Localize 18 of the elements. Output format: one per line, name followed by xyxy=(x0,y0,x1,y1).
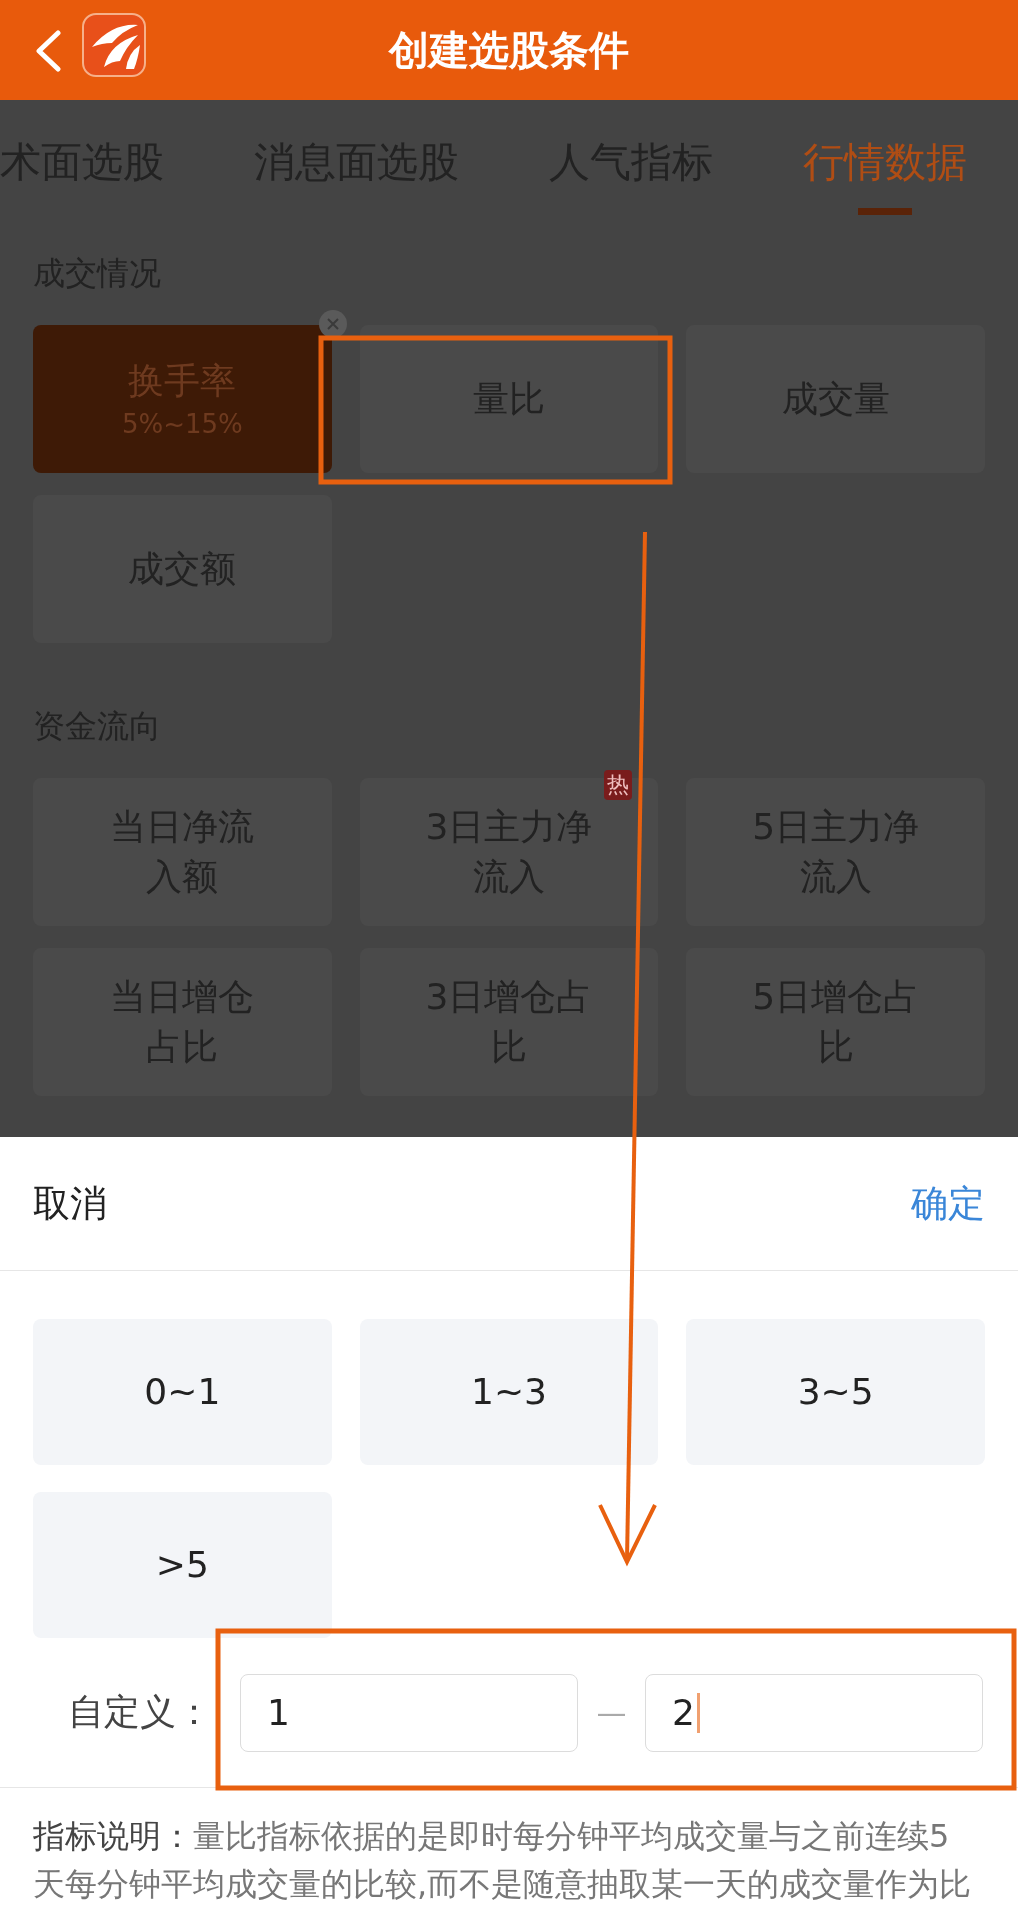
tab-indicator xyxy=(858,208,912,215)
min-input-field[interactable]: 1 xyxy=(240,1673,578,1752)
page-title: 创建选股条件 xyxy=(389,25,629,75)
range-option[interactable]: 1~3 xyxy=(359,1319,659,1465)
range-option[interactable]: >5 xyxy=(33,1492,332,1638)
back-icon[interactable] xyxy=(34,30,62,72)
range-separator: — xyxy=(595,1695,628,1730)
custom-label: 自定义： xyxy=(68,1690,213,1734)
indicator-description: 指标说明：量比指标依据的是即时每分钟平均成交量与之前连续5天每分钟平均成交量的比较,而不是随意抽取某一天的成交量作为比 xyxy=(32,1816,973,1905)
close-icon[interactable] xyxy=(317,309,348,339)
cancel-button[interactable]: 取消 xyxy=(33,1178,107,1229)
range-option[interactable]: 3~5 xyxy=(686,1319,985,1465)
range-option[interactable]: 0~1 xyxy=(33,1319,332,1465)
hot-badge: 热 xyxy=(604,770,633,800)
tab[interactable]: 行情数据 xyxy=(803,100,967,225)
logo-icon xyxy=(82,13,146,77)
max-input-field[interactable]: 2 xyxy=(645,1673,983,1752)
confirm-button[interactable]: 确定 xyxy=(911,1178,985,1229)
